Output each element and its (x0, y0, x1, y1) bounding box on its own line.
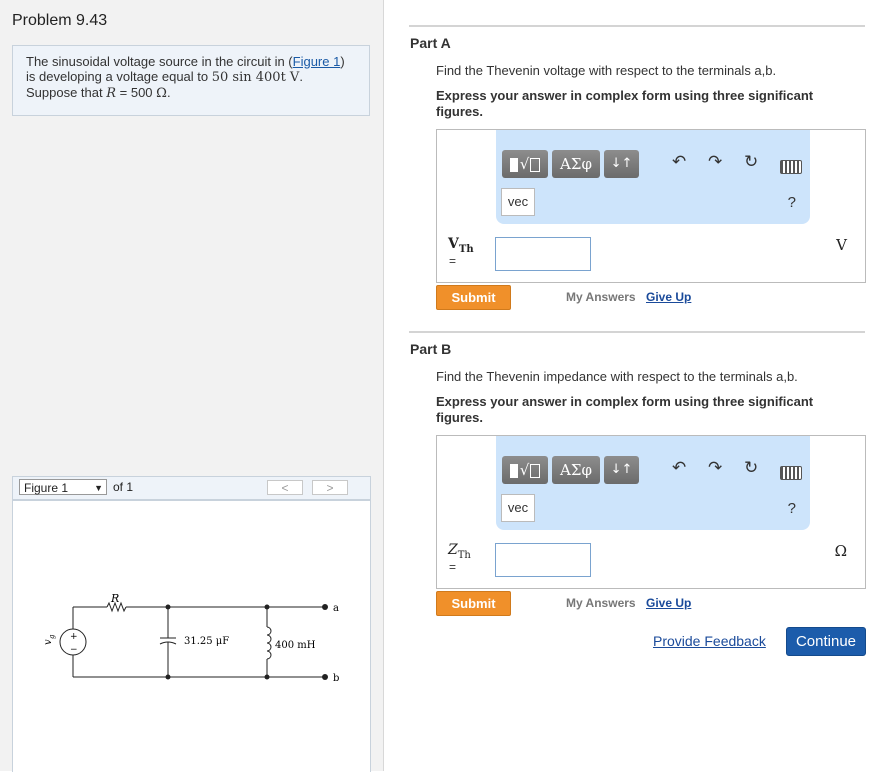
redo-icon[interactable]: ↷ (708, 458, 722, 478)
vec-button[interactable]: vec (501, 494, 535, 522)
keyboard-icon[interactable] (780, 466, 802, 480)
previous-figure-button[interactable]: < (267, 480, 303, 495)
part-a-label: Part A (410, 35, 451, 51)
equals-sign: = (449, 254, 457, 268)
vec-button[interactable]: vec (501, 188, 535, 216)
circuit-node (264, 674, 270, 680)
help-icon[interactable]: ? (788, 194, 796, 211)
circuit-diagram: R 31.25 μF 400 mH + − v g a b (43, 592, 339, 684)
answer-input[interactable] (495, 543, 591, 577)
problem-panel: Problem 9.43 The sinusoidal voltage sour… (0, 0, 384, 772)
figure-navigator: Figure 1 ▼ of 1 < > (12, 476, 371, 500)
greek-letters-button[interactable]: ΑΣφ (552, 150, 600, 178)
capacitor-label: 31.25 μF (184, 636, 229, 647)
greek-letters-button[interactable]: ΑΣφ (552, 456, 600, 484)
undo-icon[interactable]: ↶ (672, 458, 686, 478)
figure-panel: R 31.25 μF 400 mH + − v g a b (12, 500, 371, 772)
template-square-icon (509, 158, 518, 172)
math-toolbar: √ ΑΣφ ↓↑ ↶ ↷ ↻ vec ? (496, 130, 810, 224)
part-b-label: Part B (410, 341, 452, 357)
part-a-divider (409, 25, 865, 27)
template-box-icon (530, 158, 541, 172)
variable-subscript: Th (458, 243, 474, 255)
templates-button[interactable]: √ (502, 456, 548, 484)
inductor-symbol (266, 626, 272, 660)
resistance-variable: R (106, 86, 117, 101)
template-square-icon (509, 464, 518, 478)
provide-feedback-link[interactable]: Provide Feedback (653, 633, 766, 649)
problem-title: Problem 9.43 (12, 12, 108, 29)
terminal-b-node (322, 674, 328, 680)
part-a-answer-box: √ ΑΣφ ↓↑ ↶ ↷ ↻ vec ? VTh = V (436, 129, 866, 283)
unit-label: Ω (834, 542, 847, 560)
chevron-down-icon: ▼ (94, 483, 103, 493)
math-toolbar: √ ΑΣφ ↓↑ ↶ ↷ ↻ vec ? (496, 436, 810, 530)
figure-select-value: Figure 1 (24, 481, 69, 495)
variable-letter: Z (448, 542, 458, 558)
variable-letter: V (448, 236, 459, 252)
answer-variable: ZTh (448, 542, 471, 561)
figure-select[interactable]: Figure 1 ▼ (19, 479, 107, 495)
problem-statement: The sinusoidal voltage source in the cir… (12, 45, 370, 116)
next-figure-button[interactable]: > (312, 480, 348, 495)
inductor-label: 400 mH (275, 640, 316, 651)
statement-text: . (299, 69, 303, 84)
my-answers-link[interactable]: My Answers (566, 596, 636, 610)
undo-icon[interactable]: ↶ (672, 152, 686, 172)
figure-count: of 1 (113, 480, 134, 494)
sort-button[interactable]: ↓↑ (604, 150, 639, 178)
unit-label: V (836, 236, 847, 254)
statement-text: = 500 (116, 85, 157, 100)
sort-button[interactable]: ↓↑ (604, 456, 639, 484)
sqrt-icon: √ (519, 461, 530, 479)
template-box-icon (530, 464, 541, 478)
part-b-instruction: Express your answer in complex form usin… (436, 394, 814, 425)
part-b-answer-box: √ ΑΣφ ↓↑ ↶ ↷ ↻ vec ? ZTh = Ω (436, 435, 866, 589)
variable-subscript: Th (457, 549, 471, 561)
my-answers-link[interactable]: My Answers (566, 290, 636, 304)
voltage-expression: 50 sin 400t V (211, 70, 300, 85)
statement-text: . (166, 85, 171, 100)
answer-variable: VTh (448, 236, 474, 255)
figure-link[interactable]: Figure 1 (293, 54, 341, 69)
reset-icon[interactable]: ↻ (744, 458, 758, 478)
part-b-divider (409, 331, 865, 333)
reset-icon[interactable]: ↻ (744, 152, 758, 172)
part-a-prompt: Find the Thevenin voltage with respect t… (436, 63, 777, 78)
answer-input[interactable] (495, 237, 591, 271)
submit-button[interactable]: Submit (436, 591, 511, 616)
help-icon[interactable]: ? (788, 500, 796, 517)
terminal-b-label: b (333, 673, 339, 684)
source-label-subscript: g (48, 634, 56, 639)
statement-text: ) (340, 54, 345, 69)
sqrt-icon: √ (519, 155, 530, 173)
equals-sign: = (449, 560, 457, 574)
statement-text: The sinusoidal voltage source in the cir… (26, 54, 293, 69)
statement-text: Suppose that (26, 85, 107, 100)
source-minus: − (70, 645, 78, 655)
redo-icon[interactable]: ↷ (708, 152, 722, 172)
resistor-label: R (110, 592, 119, 605)
templates-button[interactable]: √ (502, 150, 548, 178)
circuit-node (165, 674, 171, 680)
continue-button[interactable]: Continue (786, 627, 866, 656)
give-up-link[interactable]: Give Up (646, 290, 691, 304)
statement-text: is developing a voltage equal to (26, 69, 212, 84)
part-b-prompt: Find the Thevenin impedance with respect… (436, 369, 798, 384)
terminal-a-label: a (333, 603, 339, 614)
source-plus: + (70, 632, 78, 642)
keyboard-icon[interactable] (780, 160, 802, 174)
ohm-unit: Ω (156, 86, 167, 101)
terminal-a-node (322, 604, 328, 610)
give-up-link[interactable]: Give Up (646, 596, 691, 610)
submit-button[interactable]: Submit (436, 285, 511, 310)
part-a-instruction: Express your answer in complex form usin… (436, 88, 814, 119)
circuit-node (264, 604, 270, 610)
circuit-node (165, 604, 171, 610)
